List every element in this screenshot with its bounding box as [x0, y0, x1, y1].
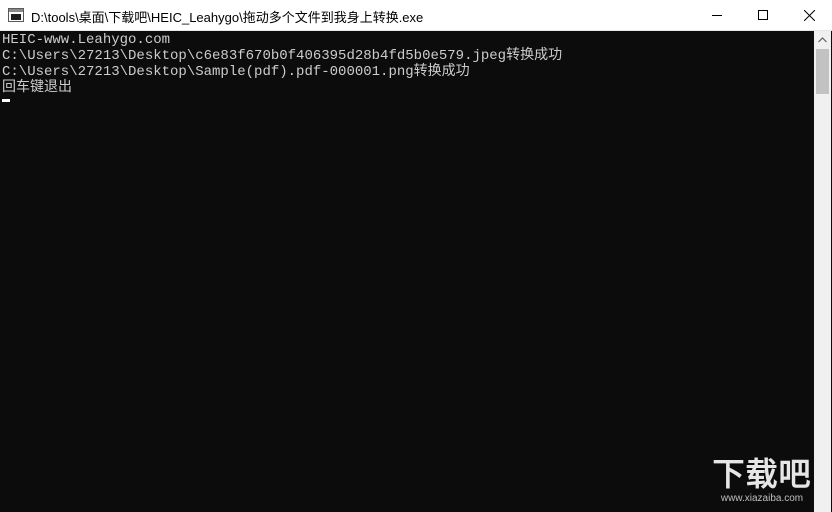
console-line: HEIC-www.Leahygo.com	[2, 32, 171, 48]
chevron-up-icon	[818, 36, 827, 42]
scroll-up-button[interactable]	[814, 31, 831, 48]
minimize-icon	[712, 15, 722, 16]
console-app-icon[interactable]	[8, 8, 24, 22]
minimize-button[interactable]	[694, 0, 740, 30]
close-icon	[803, 9, 815, 21]
close-button[interactable]	[786, 0, 832, 30]
window-title: D:\tools\桌面\下载吧\HEIC_Leahygo\拖动多个文件到我身上转…	[31, 10, 424, 25]
title-bar[interactable]: D:\tools\桌面\下载吧\HEIC_Leahygo\拖动多个文件到我身上转…	[0, 0, 832, 31]
app-icon-screen	[11, 14, 21, 20]
watermark-url-text: www.xiazaiba.com	[720, 493, 804, 504]
scrollbar-thumb[interactable]	[816, 49, 829, 94]
console-line: C:\Users\27213\Desktop\Sample(pdf).pdf-0…	[2, 64, 470, 80]
maximize-icon	[758, 10, 768, 20]
maximize-button[interactable]	[740, 0, 786, 30]
vertical-scrollbar[interactable]	[814, 31, 831, 512]
watermark-main-text: 下载吧	[712, 455, 812, 493]
console-window: D:\tools\桌面\下载吧\HEIC_Leahygo\拖动多个文件到我身上转…	[0, 0, 832, 512]
console-output[interactable]: HEIC-www.Leahygo.com C:\Users\27213\Desk…	[0, 31, 814, 512]
watermark-logo: 下载吧 www.xiazaiba.com	[694, 455, 830, 512]
text-cursor	[2, 99, 10, 102]
app-icon-bar	[9, 9, 23, 12]
console-line: 回车键退出	[2, 80, 72, 96]
console-line: C:\Users\27213\Desktop\c6e83f670b0f40639…	[2, 48, 563, 64]
